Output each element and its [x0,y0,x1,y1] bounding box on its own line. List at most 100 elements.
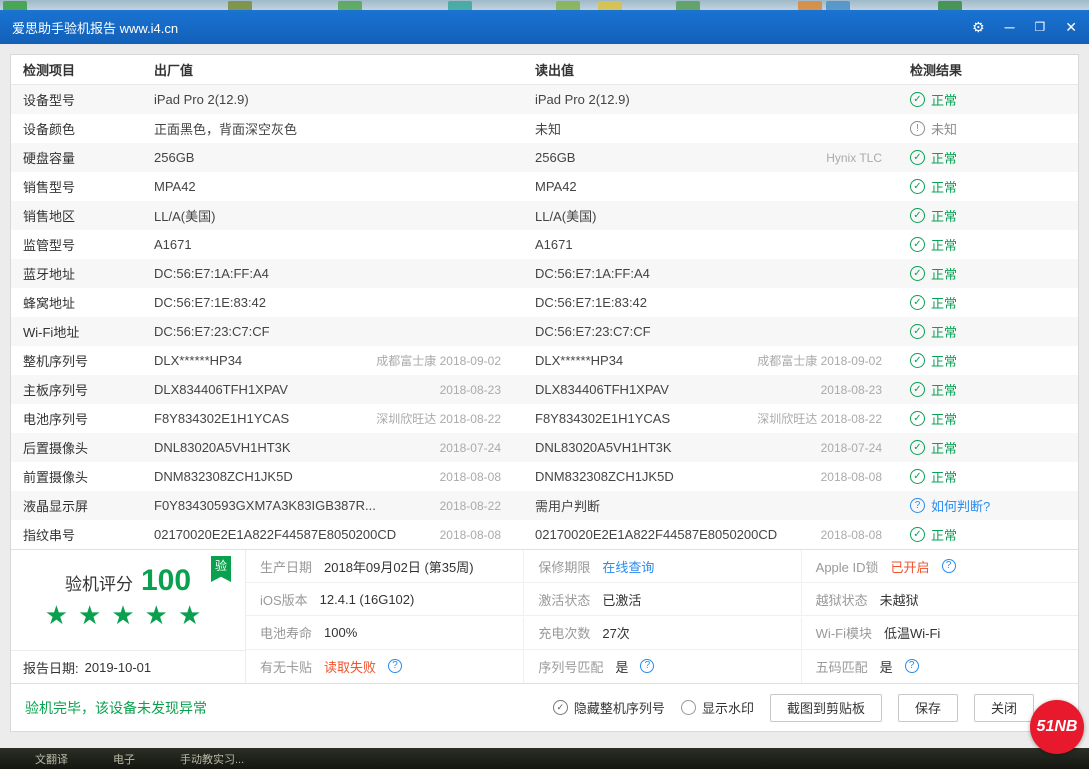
result-text: 正常 [931,235,957,254]
read-value: 256GB [535,150,575,165]
score-box: 验机评分100 验 ★★★★★ 报告日期: 2019-10-01 [11,550,246,683]
factory-value: 256GB [154,150,194,165]
result-text[interactable]: 如何判断? [931,496,990,515]
row-read-cell: F8Y834302E1H1YCAS 深圳欣旺达 2018-08-22 [517,410,898,427]
factory-value: iPad Pro 2(12.9) [154,92,249,107]
row-item-label: 前置摄像头 [11,467,136,486]
read-value: A1671 [535,237,573,252]
row-read-cell: DNL83020A5VH1HT3K 2018-07-24 [517,440,898,455]
row-read-cell: 256GB Hynix TLC [517,150,898,165]
factory-value: DC:56:E7:23:C7:CF [154,324,270,339]
report-panel: 检测项目 出厂值 读出值 检测结果 设备型号 iPad Pro 2(12.9) … [10,54,1079,732]
summary-cell-value[interactable]: 在线查询 [602,557,654,576]
star-icon: ★ [78,600,111,630]
desktop-icon [676,1,700,10]
table-row: 设备颜色 正面黑色，背面深空灰色 未知 ! 未知 [11,114,1078,143]
row-factory-cell: DNL83020A5VH1HT3K 2018-07-24 [136,440,517,455]
summary-cell: Apple ID锁 已开启 ? [801,550,1078,583]
exclamation-circle-icon: ! [910,121,925,136]
score-main: 验机评分100 验 ★★★★★ [11,550,245,650]
check-circle-icon: ✓ [910,324,925,339]
star-icon: ★ [145,600,178,630]
header-result: 检测结果 [898,60,1078,79]
factory-note: 2018-08-08 [440,470,501,484]
star-icon: ★ [111,600,144,630]
summary-cell-value: 100% [324,625,357,640]
summary-cell-value: 已激活 [602,590,641,609]
check-circle-icon: ✓ [910,295,925,310]
report-table-body: 设备型号 iPad Pro 2(12.9) iPad Pro 2(12.9) ✓… [11,85,1078,549]
table-row: 蓝牙地址 DC:56:E7:1A:FF:A4 DC:56:E7:1A:FF:A4… [11,259,1078,288]
desktop-icon [338,1,362,10]
result-text: 正常 [931,148,957,167]
result-text: 正常 [931,322,957,341]
gear-icon[interactable]: ⚙ [972,20,985,34]
read-note: 2018-08-08 [821,528,882,542]
read-note: 2018-08-08 [821,470,882,484]
maximize-button[interactable]: ❐ [1035,21,1046,33]
factory-note: 2018-08-08 [440,528,501,542]
header-item: 检测项目 [11,60,136,79]
question-circle-icon[interactable]: ? [910,498,925,513]
help-question-icon[interactable]: ? [388,659,402,673]
row-read-cell: DC:56:E7:23:C7:CF [517,324,898,339]
summary-cell: 有无卡贴 读取失败 ? [246,650,523,683]
read-note: 2018-07-24 [821,441,882,455]
hide-serial-option[interactable]: ✓ 隐藏整机序列号 [553,698,665,717]
minimize-button[interactable]: ─ [1005,20,1015,34]
table-row: 整机序列号 DLX******HP34 成都富士康 2018-09-02 DLX… [11,346,1078,375]
result-text: 正常 [931,380,957,399]
factory-value: DC:56:E7:1A:FF:A4 [154,266,269,281]
taskbar-item: 文翻译 [35,751,68,767]
row-result-cell: ✓ 正常 [898,322,1078,341]
radio-unchecked-icon [681,700,696,715]
factory-note: 2018-08-23 [440,383,501,397]
summary-cell-label: 越狱状态 [816,590,868,609]
summary-cell-label: iOS版本 [260,590,308,609]
read-value: MPA42 [535,179,577,194]
factory-value: DNM832308ZCH1JK5D [154,469,293,484]
summary-cell-label: 有无卡贴 [260,657,312,676]
summary-cell: 越狱状态 未越狱 [801,583,1078,616]
help-question-icon[interactable]: ? [942,559,956,573]
factory-value: LL/A(美国) [154,206,215,225]
summary-cell-label: 充电次数 [538,623,590,642]
row-read-cell: iPad Pro 2(12.9) [517,92,898,107]
row-item-label: 硬盘容量 [11,148,136,167]
row-result-cell: ? 如何判断? [898,496,1078,515]
summary-cell-label: 生产日期 [260,557,312,576]
summary-cell: 生产日期 2018年09月02日 (第35周) [246,550,523,583]
star-rating: ★★★★★ [11,600,245,631]
read-value: DLX******HP34 [535,353,623,368]
table-row: 销售型号 MPA42 MPA42 ✓ 正常 [11,172,1078,201]
result-text: 正常 [931,438,957,457]
row-factory-cell: MPA42 [136,179,517,194]
row-item-label: 监管型号 [11,235,136,254]
factory-note: 深圳欣旺达 2018-08-22 [376,410,501,427]
close-button[interactable]: ✕ [1065,20,1077,34]
result-text: 正常 [931,264,957,283]
table-row: 后置摄像头 DNL83020A5VH1HT3K 2018-07-24 DNL83… [11,433,1078,462]
row-item-label: 电池序列号 [11,409,136,428]
check-circle-icon: ✓ [910,208,925,223]
table-row: 指纹串号 02170020E2E1A822F44587E8050200CD 20… [11,520,1078,549]
table-row: 硬盘容量 256GB 256GB Hynix TLC ✓ 正常 [11,143,1078,172]
save-button[interactable]: 保存 [898,694,958,722]
help-question-icon[interactable]: ? [640,659,654,673]
show-watermark-option[interactable]: 显示水印 [681,698,754,717]
screenshot-to-clipboard-button[interactable]: 截图到剪贴板 [770,694,882,722]
close-report-button[interactable]: 关闭 [974,694,1034,722]
help-question-icon[interactable]: ? [905,659,919,673]
result-text: 正常 [931,525,957,544]
51nb-logo: 51NB [1030,700,1084,754]
row-item-label: 设备颜色 [11,119,136,138]
factory-value: DLX834406TFH1XPAV [154,382,288,397]
check-circle-icon: ✓ [910,237,925,252]
summary-cell-value: 未越狱 [880,590,919,609]
row-item-label: 设备型号 [11,90,136,109]
desktop-icon [3,1,27,10]
desktop-top-strip [0,0,1089,10]
desktop-bottom-strip: 文翻译 电子 手动教实习... [0,748,1089,769]
row-result-cell: ✓ 正常 [898,177,1078,196]
window-controls: ⚙ ─ ❐ ✕ [972,20,1077,34]
